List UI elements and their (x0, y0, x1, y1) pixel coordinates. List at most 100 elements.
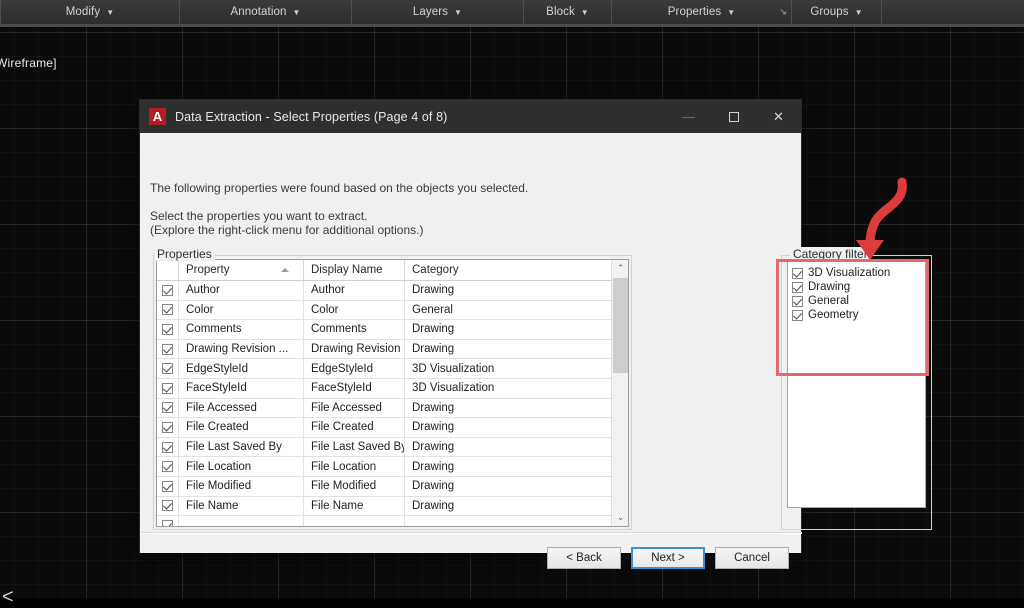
category-filter-item[interactable]: Geometry (792, 308, 925, 322)
table-row[interactable]: EdgeStyleId EdgeStyleId 3D Visualization (157, 359, 628, 379)
category-filter-item[interactable]: 3D Visualization (792, 266, 925, 280)
row-checkbox-cell[interactable] (157, 300, 179, 320)
properties-table[interactable]: Property Display Name Category Author Aut… (156, 259, 629, 527)
header-category[interactable]: Category (405, 260, 614, 280)
table-row[interactable]: File Created File Created Drawing (157, 418, 628, 438)
checkbox-icon[interactable] (792, 309, 803, 321)
category-filter-label: Category filter (790, 247, 871, 261)
checkbox-icon[interactable] (162, 284, 173, 296)
table-row[interactable]: Comments Comments Drawing (157, 320, 628, 340)
row-checkbox-cell[interactable] (157, 496, 179, 516)
row-checkbox-cell[interactable] (157, 516, 179, 526)
cell-display-name: File Modified (304, 476, 405, 496)
ribbon-panel-modify[interactable]: Modify ▼ (0, 0, 180, 24)
close-icon[interactable]: ✕ (756, 100, 801, 133)
category-filter-item[interactable]: Drawing (792, 280, 925, 294)
table-row[interactable]: Color Color General (157, 300, 628, 321)
ribbon-panel-label: Layers (412, 6, 449, 18)
maximize-icon[interactable] (711, 100, 756, 133)
ribbon-panel-groups[interactable]: Groups ▼ (792, 0, 882, 24)
ribbon-panel-label: Annotation (230, 6, 287, 18)
cell-category: General (412, 303, 453, 316)
cell-category: Drawing (412, 499, 455, 512)
cell-category (405, 516, 614, 526)
cell-display-name: File Created (304, 418, 405, 437)
cell-display-name: File Name (304, 496, 405, 516)
table-row[interactable]: File Location File Location Drawing (157, 457, 628, 477)
checkbox-icon[interactable] (162, 323, 173, 335)
table-row[interactable] (157, 516, 628, 526)
cell-property: Author (179, 281, 304, 300)
checkbox-icon[interactable] (162, 480, 173, 492)
dialog-titlebar[interactable]: A Data Extraction - Select Properties (P… (140, 100, 801, 133)
category-filter-item[interactable]: General (792, 294, 925, 308)
row-checkbox-cell[interactable] (157, 457, 179, 476)
viewport-visual-style-label: Wireframe] (0, 56, 57, 70)
row-checkbox-cell[interactable] (157, 437, 179, 457)
ribbon-panel-properties[interactable]: Properties ▼ ↘ (612, 0, 792, 24)
row-checkbox-cell[interactable] (157, 339, 179, 359)
footer-separator (141, 532, 802, 534)
properties-group-label: Properties (154, 247, 215, 261)
table-row[interactable]: File Modified File Modified Drawing (157, 476, 628, 497)
cell-category: 3D Visualization (412, 382, 495, 395)
table-row[interactable]: Drawing Revision ... Drawing Revision ...… (157, 339, 628, 360)
cancel-button[interactable]: Cancel (715, 547, 789, 569)
scrollbar-thumb[interactable] (613, 278, 628, 373)
dialog-launcher-icon[interactable]: ↘ (779, 7, 787, 17)
checkbox-icon[interactable] (162, 500, 173, 512)
checkbox-icon[interactable] (162, 382, 173, 394)
checkbox-icon[interactable] (162, 343, 173, 355)
checkbox-icon[interactable] (792, 281, 803, 293)
table-row[interactable]: File Last Saved By File Last Saved By Draw… (157, 437, 628, 458)
row-checkbox-cell[interactable] (157, 476, 179, 496)
checkbox-icon[interactable] (162, 421, 173, 433)
header-select-all[interactable] (157, 260, 179, 280)
ribbon-panel-annotation[interactable]: Annotation ▼ (180, 0, 352, 24)
data-extraction-dialog: A Data Extraction - Select Properties (P… (139, 99, 932, 569)
row-checkbox-cell[interactable] (157, 320, 179, 339)
table-row[interactable]: FaceStyleId FaceStyleId 3D Visualization (157, 378, 628, 399)
category-filter-item-label: Drawing (808, 281, 851, 293)
table-row[interactable]: Author Author Drawing (157, 281, 628, 301)
checkbox-icon[interactable] (792, 295, 803, 307)
chevron-down-icon: ▼ (454, 8, 463, 17)
scroll-up-icon[interactable]: ⌃ (612, 260, 628, 277)
back-button[interactable]: < Back (547, 547, 621, 569)
dialog-footer-buttons: < Back Next > Cancel (547, 547, 789, 569)
table-row[interactable]: File Accessed File Accessed Drawing (157, 398, 628, 419)
checkbox-icon[interactable] (162, 304, 173, 316)
row-checkbox-cell[interactable] (157, 398, 179, 418)
row-checkbox-cell[interactable] (157, 281, 179, 300)
header-property[interactable]: Property (179, 260, 304, 280)
minimize-icon[interactable]: — (666, 100, 711, 133)
properties-table-scrollbar[interactable]: ⌃ ⌄ (611, 260, 628, 526)
cell-display-name: File Location (304, 457, 405, 476)
cell-property: FaceStyleId (179, 378, 304, 398)
checkbox-icon[interactable] (792, 267, 803, 279)
table-row[interactable]: File Name File Name Drawing (157, 496, 628, 517)
checkbox-icon[interactable] (162, 519, 173, 526)
header-display-name[interactable]: Display Name (304, 260, 405, 280)
checkbox-icon[interactable] (162, 461, 173, 473)
dialog-title: Data Extraction - Select Properties (Pag… (175, 109, 448, 124)
ribbon-panel-block[interactable]: Block ▼ (524, 0, 612, 24)
cell-display-name: FaceStyleId (304, 378, 405, 398)
row-checkbox-cell[interactable] (157, 359, 179, 378)
checkbox-icon[interactable] (162, 402, 173, 414)
chevron-down-icon: ▼ (727, 8, 736, 17)
cell-display-name: Author (304, 281, 405, 300)
cell-property: File Accessed (179, 398, 304, 418)
row-checkbox-cell[interactable] (157, 378, 179, 398)
row-checkbox-cell[interactable] (157, 418, 179, 437)
ribbon-panel-layers[interactable]: Layers ▼ (352, 0, 524, 24)
checkbox-icon[interactable] (162, 441, 173, 453)
cell-property: File Name (179, 496, 304, 516)
ribbon-panel-label: Groups (810, 6, 849, 18)
scroll-down-icon[interactable]: ⌄ (612, 509, 628, 526)
category-filter-list[interactable]: 3D Visualization Drawing General Geometry (787, 261, 926, 508)
checkbox-icon[interactable] (162, 363, 173, 375)
cell-display-name: File Last Saved By (304, 437, 405, 457)
category-filter-item-label: 3D Visualization (808, 267, 891, 279)
next-button[interactable]: Next > (631, 547, 705, 569)
